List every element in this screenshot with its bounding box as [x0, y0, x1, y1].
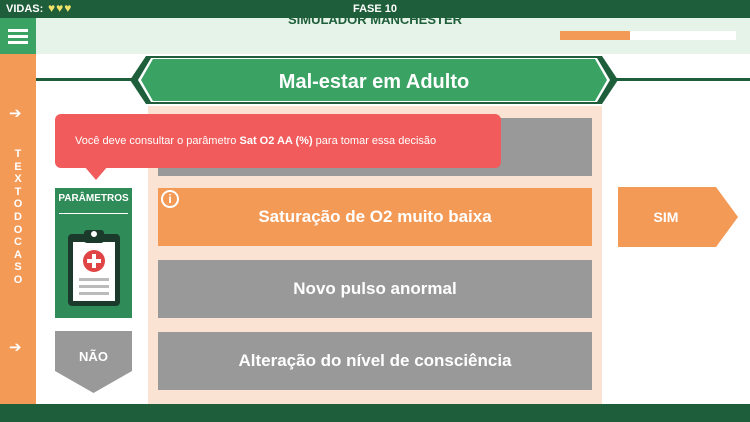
parameters-divider: [59, 213, 128, 214]
menu-button[interactable]: [0, 18, 36, 54]
no-button-label: NÃO: [79, 349, 108, 364]
bottom-bar: [0, 404, 750, 422]
tooltip-parameter: Sat O2 AA (%): [239, 135, 313, 147]
case-text-label: TEXTODOCASO: [13, 148, 23, 286]
parameters-label: PARÂMETROS: [58, 193, 129, 204]
option-button[interactable]: Alteração do nível de consciência: [158, 332, 592, 390]
arrow-right-icon: ➔: [9, 105, 22, 122]
clipboard-medical-icon: [68, 230, 120, 306]
case-title: Mal-estar em Adulto: [278, 71, 470, 93]
divider-line-right: [612, 78, 750, 81]
parameters-button[interactable]: [55, 188, 132, 318]
arrow-right-icon: ➔: [9, 339, 22, 356]
option-label: Alteração do nível de consciência: [238, 351, 512, 370]
app-title: SIMULADOR MANCHESTER: [287, 12, 463, 27]
tooltip-suffix: para tomar essa decisão: [312, 135, 437, 147]
option-button-selected[interactable]: Saturação de O2 muito baixa: [158, 188, 592, 246]
yes-button-label: SIM: [653, 209, 679, 225]
tooltip-pointer: [84, 166, 108, 180]
hamburger-icon: [8, 29, 28, 32]
option-label: Novo pulso anormal: [293, 279, 457, 298]
tooltip-prefix: Você deve consultar o parâmetro: [75, 135, 240, 147]
option-button[interactable]: Novo pulso anormal: [158, 260, 592, 318]
info-icon[interactable]: i: [161, 190, 179, 208]
tooltip-message: Você deve consultar o parâmetro Sat O2 A…: [75, 135, 495, 147]
divider-line-left: [36, 78, 136, 81]
progress-bar-fill: [560, 31, 631, 40]
hamburger-icon-line: [8, 41, 28, 44]
option-label: Saturação de O2 muito baixa: [258, 207, 492, 226]
hamburger-icon-line: [8, 35, 28, 38]
